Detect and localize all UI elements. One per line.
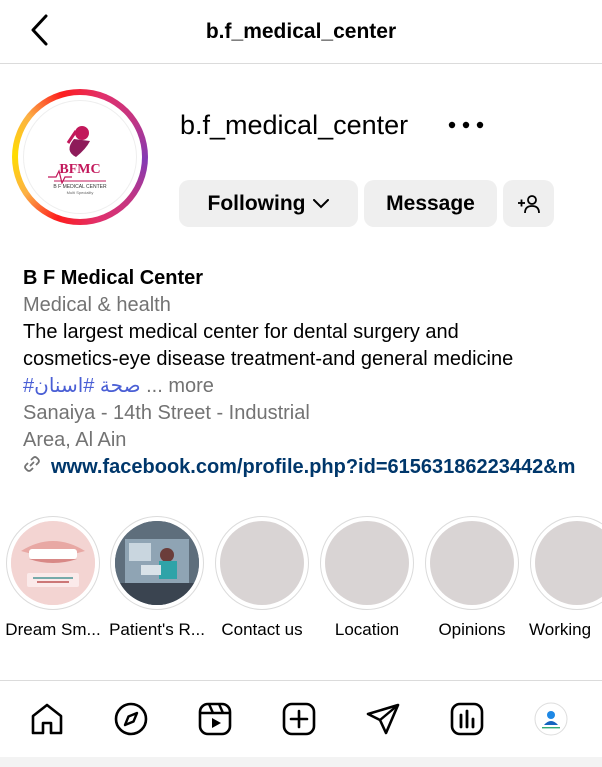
- highlight-label: Location: [334, 620, 400, 639]
- bio-line-1: The largest medical center for dental su…: [23, 321, 459, 343]
- highlight-label: Patient's R...: [109, 620, 205, 639]
- add-user-icon: [517, 194, 541, 214]
- more-options-icon[interactable]: [446, 112, 486, 140]
- following-label: Following: [207, 191, 306, 215]
- story-highlights: Dream Sm... Patient's R... Contact us Lo…: [0, 516, 602, 646]
- message-label: Message: [386, 191, 475, 215]
- bio-website-link[interactable]: www.facebook.com/profile.php?id=61563186…: [23, 454, 575, 481]
- system-bar: [0, 757, 602, 767]
- highlight-label: Opinions: [438, 620, 506, 639]
- add-user-button[interactable]: [503, 180, 554, 227]
- highlight-patients-reviews[interactable]: Patient's R...: [107, 516, 207, 640]
- profile-bio: B F Medical Center Medical & health The …: [23, 265, 583, 481]
- bio-address-1: Sanaiya - 14th Street - Industrial: [23, 402, 310, 424]
- following-button[interactable]: Following: [179, 180, 358, 227]
- chevron-down-icon: [313, 198, 330, 209]
- bio-hashtags[interactable]: #صحة #اسنان: [23, 375, 141, 397]
- profile-username: b.f_medical_center: [180, 110, 409, 140]
- bio-link-text: www.facebook.com/profile.php?id=61563186…: [51, 456, 575, 478]
- direct-icon[interactable]: [365, 701, 401, 737]
- highlight-opinions[interactable]: Opinions: [422, 516, 522, 640]
- highlight-location[interactable]: Location: [317, 516, 417, 640]
- svg-text:Multi Speciality: Multi Speciality: [67, 190, 94, 195]
- highlight-contact-us[interactable]: Contact us: [212, 516, 312, 640]
- profile-avatar[interactable]: BFMC B F MEDICAL CENTER Multi Speciality: [12, 89, 148, 225]
- link-icon: [23, 454, 43, 481]
- bottom-nav: [0, 680, 602, 767]
- svg-text:BFMC: BFMC: [59, 162, 100, 177]
- page-title: b.f_medical_center: [205, 20, 397, 43]
- create-icon[interactable]: [281, 701, 317, 737]
- bio-category: Medical & health: [23, 294, 171, 316]
- insights-icon[interactable]: [449, 701, 485, 737]
- highlight-label: Contact us: [221, 620, 303, 639]
- bio-address-2: Area, Al Ain: [23, 429, 127, 451]
- bio-name: B F Medical Center: [23, 267, 204, 289]
- home-icon[interactable]: [29, 701, 65, 737]
- top-bar: b.f_medical_center: [0, 0, 602, 64]
- reels-icon[interactable]: [197, 701, 233, 737]
- highlight-label: Working: [529, 620, 592, 639]
- profile-avatar-icon[interactable]: [533, 701, 569, 737]
- bio-line-2: cosmetics-eye disease treatment-and gene…: [23, 348, 514, 370]
- bfmc-logo: BFMC B F MEDICAL CENTER Multi Speciality: [23, 100, 137, 214]
- highlight-dream-smile[interactable]: Dream Sm...: [3, 516, 103, 640]
- highlight-label: Dream Sm...: [5, 620, 101, 639]
- message-button[interactable]: Message: [364, 180, 497, 227]
- highlight-working[interactable]: Working: [527, 516, 602, 640]
- explore-icon[interactable]: [113, 701, 149, 737]
- bio-more-link[interactable]: ... more: [146, 375, 214, 397]
